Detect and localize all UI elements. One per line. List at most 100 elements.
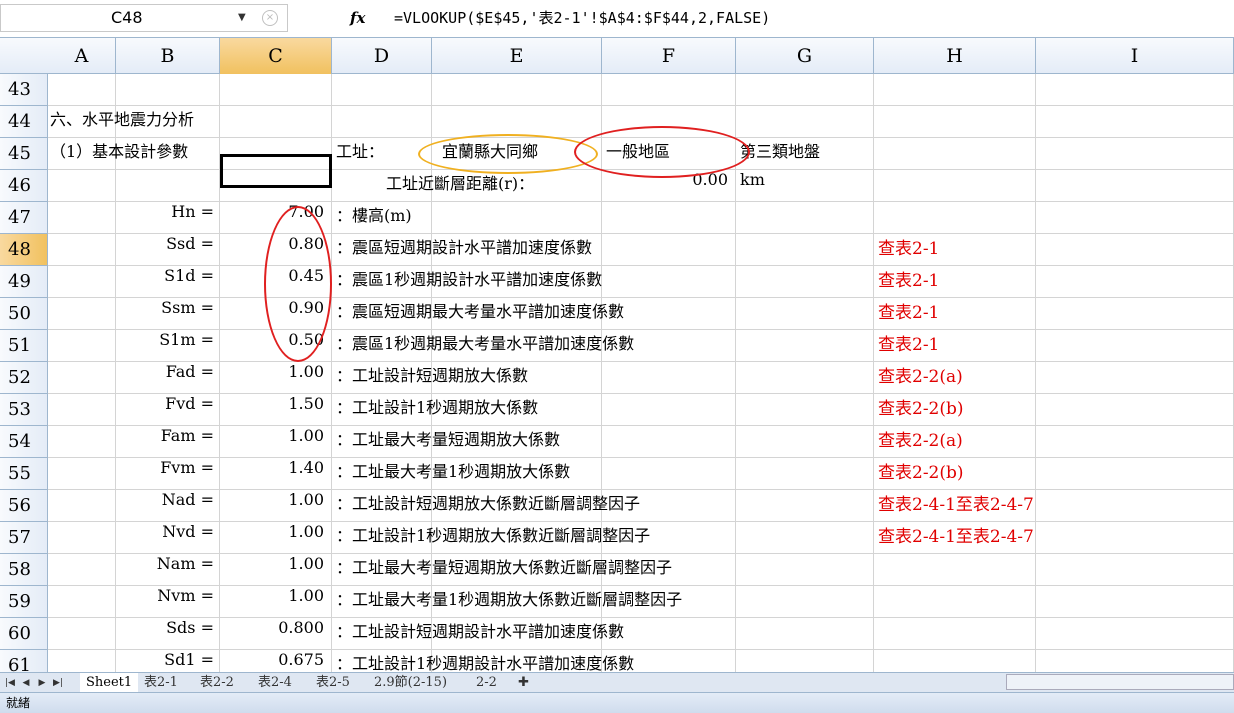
cell-h46[interactable]: [874, 170, 1036, 202]
cell-c44[interactable]: [220, 106, 332, 138]
horizontal-scrollbar[interactable]: [1006, 674, 1234, 690]
first-sheet-icon[interactable]: |◀: [4, 673, 16, 693]
column-header-e[interactable]: E: [432, 38, 602, 74]
cell-a49[interactable]: [48, 266, 116, 298]
cell-i58[interactable]: [1036, 554, 1234, 586]
column-header-g[interactable]: G: [736, 38, 874, 74]
cell-d44[interactable]: [332, 106, 432, 138]
cell-f48[interactable]: [602, 234, 736, 266]
cell-g49[interactable]: [736, 266, 874, 298]
cell-i56[interactable]: [1036, 490, 1234, 522]
tab-table-2-1[interactable]: 表2-1: [138, 673, 184, 693]
cell-h58[interactable]: [874, 554, 1036, 586]
cell-a54[interactable]: [48, 426, 116, 458]
chevron-down-icon[interactable]: ▼: [238, 4, 252, 32]
cell-g51[interactable]: [736, 330, 874, 362]
formula-input[interactable]: =VLOOKUP($E$45,'表2-1'!$A$4:$F$44,2,FALSE…: [388, 4, 1234, 32]
cell-c43[interactable]: [220, 74, 332, 106]
cell-f53[interactable]: [602, 394, 736, 426]
row-header[interactable]: 47: [0, 202, 48, 234]
cell-g47[interactable]: [736, 202, 874, 234]
cell-i54[interactable]: [1036, 426, 1234, 458]
row-header[interactable]: 50: [0, 298, 48, 330]
row-header[interactable]: 59: [0, 586, 48, 618]
row-header[interactable]: 49: [0, 266, 48, 298]
cell-g43[interactable]: [736, 74, 874, 106]
cell-g54[interactable]: [736, 426, 874, 458]
row-header[interactable]: 48: [0, 234, 48, 266]
cell-i59[interactable]: [1036, 586, 1234, 618]
cell-i57[interactable]: [1036, 522, 1234, 554]
cell-h59[interactable]: [874, 586, 1036, 618]
column-header-c[interactable]: C: [220, 38, 332, 74]
cell-a55[interactable]: [48, 458, 116, 490]
row-header[interactable]: 43: [0, 74, 48, 106]
cell-h44[interactable]: [874, 106, 1036, 138]
cell-a58[interactable]: [48, 554, 116, 586]
tab-sheet1[interactable]: Sheet1: [80, 673, 139, 693]
cell-b46[interactable]: [116, 170, 220, 202]
cell-a57[interactable]: [48, 522, 116, 554]
cell-g48[interactable]: [736, 234, 874, 266]
cell-a61[interactable]: [48, 650, 116, 672]
cell-g50[interactable]: [736, 298, 874, 330]
cell-a43[interactable]: [48, 74, 116, 106]
tab-table-2-5[interactable]: 表2-5: [310, 673, 356, 693]
cell-i46[interactable]: [1036, 170, 1234, 202]
cell-i48[interactable]: [1036, 234, 1234, 266]
row-header[interactable]: 52: [0, 362, 48, 394]
cell-h60[interactable]: [874, 618, 1036, 650]
row-header[interactable]: 51: [0, 330, 48, 362]
cell-i51[interactable]: [1036, 330, 1234, 362]
cell-h45[interactable]: [874, 138, 1036, 170]
column-header-d[interactable]: D: [332, 38, 432, 74]
cell-i43[interactable]: [1036, 74, 1234, 106]
cell-i60[interactable]: [1036, 618, 1234, 650]
function-icon[interactable]: fx: [350, 6, 380, 30]
tab-2-2[interactable]: 2-2: [470, 673, 503, 693]
cell-a51[interactable]: [48, 330, 116, 362]
tab-section-2-9[interactable]: 2.9節(2-15): [368, 673, 453, 693]
row-header[interactable]: 54: [0, 426, 48, 458]
cell-g61[interactable]: [736, 650, 874, 672]
selected-cell-c48[interactable]: [220, 154, 332, 188]
row-header[interactable]: 45: [0, 138, 48, 170]
column-header-a[interactable]: A: [48, 38, 116, 74]
cell-f54[interactable]: [602, 426, 736, 458]
cell-f43[interactable]: [602, 74, 736, 106]
cell-i47[interactable]: [1036, 202, 1234, 234]
cell-e47[interactable]: [432, 202, 602, 234]
cell-a60[interactable]: [48, 618, 116, 650]
cell-f47[interactable]: [602, 202, 736, 234]
cell-a56[interactable]: [48, 490, 116, 522]
cell-i52[interactable]: [1036, 362, 1234, 394]
insert-sheet-icon[interactable]: ✚: [512, 673, 535, 693]
cell-h43[interactable]: [874, 74, 1036, 106]
cell-f44[interactable]: [602, 106, 736, 138]
row-header[interactable]: 60: [0, 618, 48, 650]
row-header[interactable]: 44: [0, 106, 48, 138]
row-header[interactable]: 57: [0, 522, 48, 554]
cell-a47[interactable]: [48, 202, 116, 234]
cell-i50[interactable]: [1036, 298, 1234, 330]
tab-table-2-2[interactable]: 表2-2: [194, 673, 240, 693]
cell-a48[interactable]: [48, 234, 116, 266]
cell-a59[interactable]: [48, 586, 116, 618]
cell-i45[interactable]: [1036, 138, 1234, 170]
cell-i44[interactable]: [1036, 106, 1234, 138]
cell-h47[interactable]: [874, 202, 1036, 234]
cell-a46[interactable]: [48, 170, 116, 202]
cell-g52[interactable]: [736, 362, 874, 394]
cell-g44[interactable]: [736, 106, 874, 138]
prev-sheet-icon[interactable]: ◀: [20, 673, 32, 693]
cell-g59[interactable]: [736, 586, 874, 618]
cell-g53[interactable]: [736, 394, 874, 426]
cell-a52[interactable]: [48, 362, 116, 394]
tab-table-2-4[interactable]: 表2-4: [252, 673, 298, 693]
row-header[interactable]: 55: [0, 458, 48, 490]
cell-g60[interactable]: [736, 618, 874, 650]
cell-e44[interactable]: [432, 106, 602, 138]
row-header[interactable]: 53: [0, 394, 48, 426]
cell-i55[interactable]: [1036, 458, 1234, 490]
cell-a53[interactable]: [48, 394, 116, 426]
